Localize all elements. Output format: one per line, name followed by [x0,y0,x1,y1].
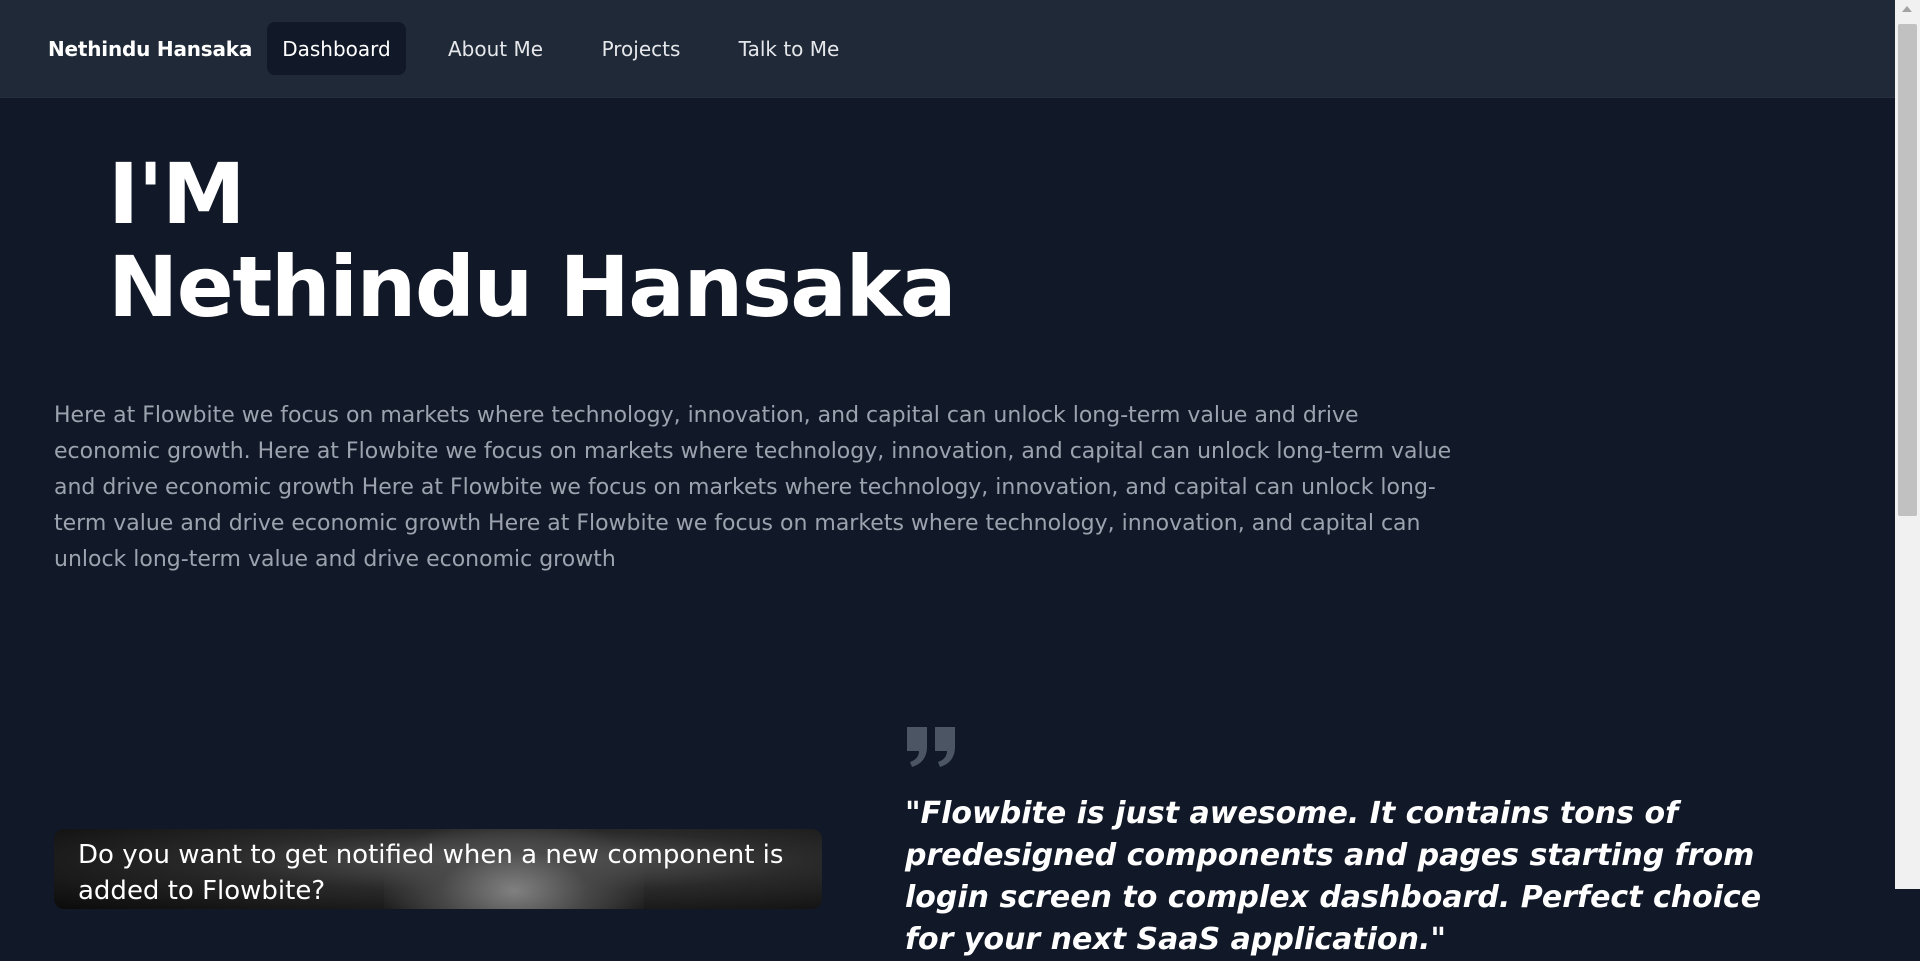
scroll-thumb[interactable] [1898,24,1917,516]
quote-icon [907,727,955,767]
nav-dashboard[interactable]: Dashboard [267,22,406,75]
nav-about-me[interactable]: About Me [433,22,558,75]
scroll-up-arrow-icon[interactable] [1902,6,1912,12]
hero-title: I'M Nethindu Hansaka [108,145,957,336]
vertical-scrollbar[interactable] [1895,0,1920,889]
hero-description: Here at Flowbite we focus on markets whe… [54,403,1452,572]
notification-card[interactable]: Do you want to get notified when a new c… [54,829,822,909]
top-navbar: Nethindu Hansaka Dashboard About Me Proj… [0,0,1895,98]
hero-title-line2: Nethindu Hansaka [108,238,957,336]
card-text: Do you want to get notified when a new c… [78,840,784,906]
hero-title-line1: I'M [108,145,246,243]
testimonial-quote: "Flowbite is just awesome. It contains t… [905,796,1762,957]
brand-name[interactable]: Nethindu Hansaka [48,0,252,97]
nav-talk-to-me[interactable]: Talk to Me [722,22,856,75]
nav-projects[interactable]: Projects [586,22,696,75]
